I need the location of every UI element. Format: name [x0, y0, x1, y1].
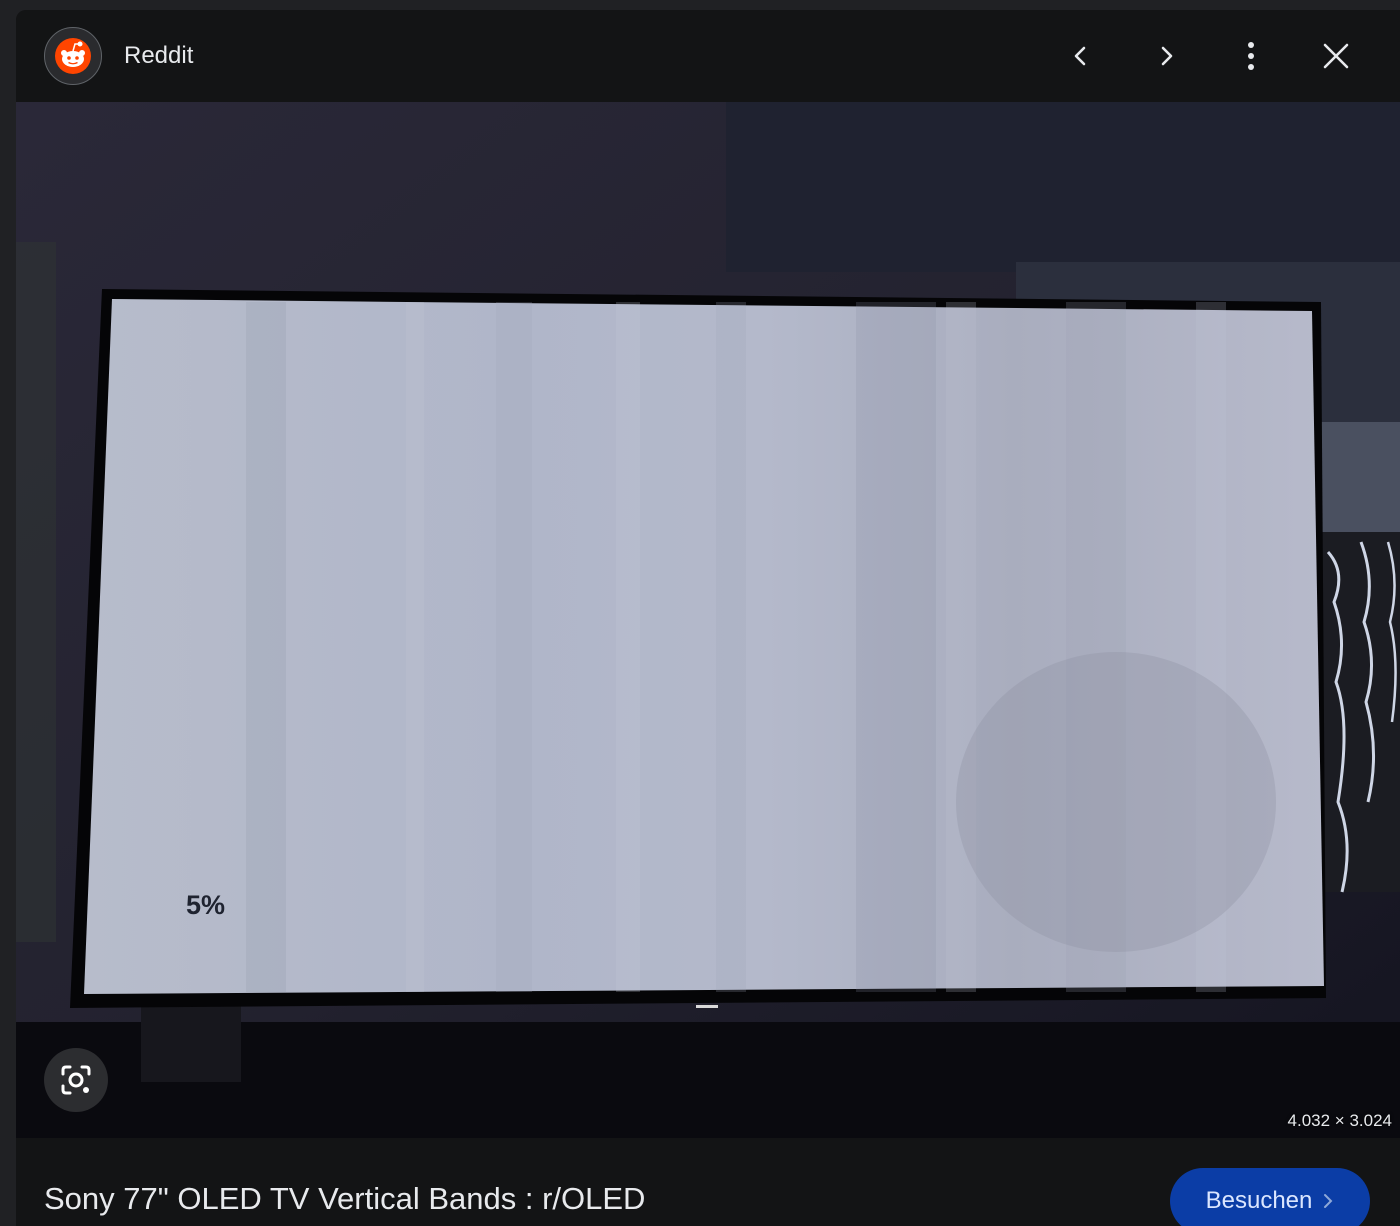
- preview-footer: Sony 77" OLED TV Vertical Bands : r/OLED…: [16, 1138, 1400, 1226]
- more-vertical-icon[interactable]: [1227, 32, 1275, 80]
- close-icon[interactable]: [1312, 32, 1360, 80]
- image-dimensions: 4.032 × 3.024: [1287, 1111, 1392, 1130]
- test-pattern-label: 5%: [186, 890, 225, 920]
- lens-search-button[interactable]: [44, 1048, 108, 1112]
- page-title-link[interactable]: Sony 77" OLED TV Vertical Bands : r/OLED: [44, 1181, 645, 1217]
- visit-button-label: Besuchen: [1205, 1187, 1313, 1214]
- chevron-right-icon: [1324, 1194, 1333, 1208]
- preview-image[interactable]: 5% 4.032 × 3.024: [16, 102, 1400, 1138]
- visit-button[interactable]: Besuchen: [1170, 1168, 1370, 1226]
- lens-search-icon: [61, 1065, 91, 1095]
- image-preview-panel: Reddit 5% 4.032 × 3.024 Sony 77" OLED TV…: [16, 10, 1400, 1226]
- preview-header: Reddit: [16, 10, 1400, 102]
- reddit-logo[interactable]: [44, 27, 102, 85]
- source-name[interactable]: Reddit: [124, 41, 193, 71]
- chevron-left-icon[interactable]: [1057, 32, 1105, 80]
- chevron-right-icon[interactable]: [1142, 32, 1190, 80]
